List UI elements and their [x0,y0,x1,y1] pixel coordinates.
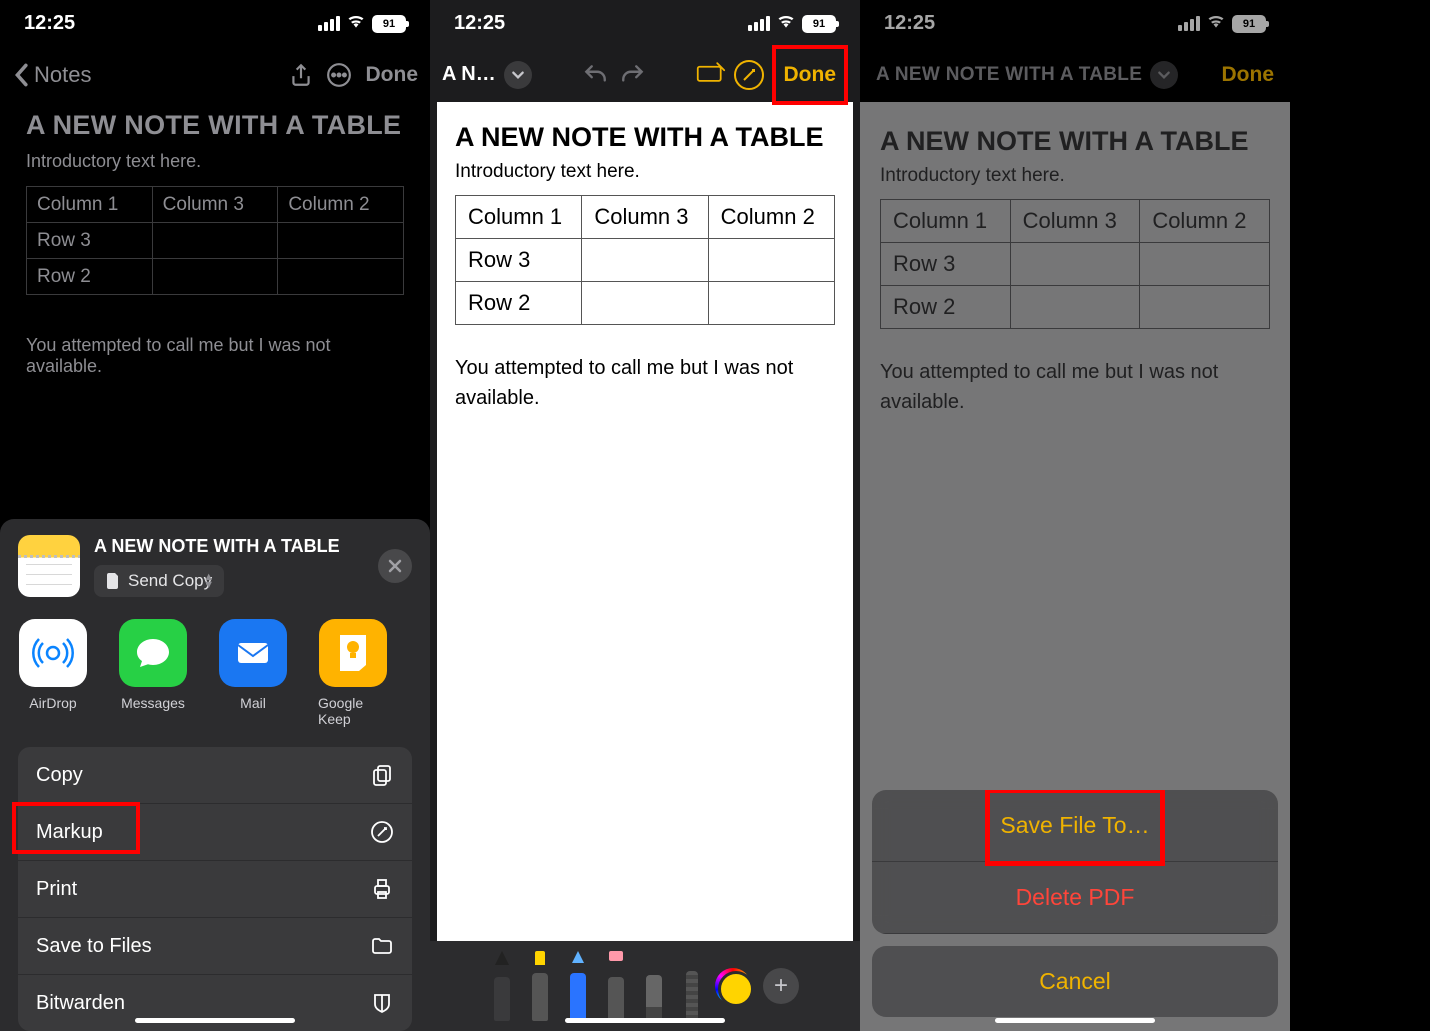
tool-ruler[interactable] [681,951,703,1021]
action-markup[interactable]: Markup [18,804,412,861]
redo-icon[interactable] [618,60,648,90]
page-intro: Introductory text here. [455,161,835,183]
status-time: 12:25 [24,12,75,35]
note-intro: Introductory text here. [26,151,404,172]
app-airdrop[interactable]: AirDrop [18,619,88,727]
wifi-icon [776,11,796,37]
app-mail[interactable]: Mail [218,619,288,727]
action-sheet: Save File To… Delete PDF Cancel [872,790,1278,1017]
signal-icon [748,16,770,31]
wifi-icon [346,11,366,37]
page-title: A NEW NOTE WITH A TABLE [455,122,835,153]
page-paragraph: You attempted to call me but I was not a… [455,353,835,413]
tool-highlighter[interactable] [529,951,551,1021]
status-bar: 12:25 91 [0,0,430,47]
pdf-page[interactable]: A NEW NOTE WITH A TABLE Introductory tex… [437,102,853,941]
share-title: A NEW NOTE WITH A TABLE [94,536,340,557]
action-copy[interactable]: Copy [18,747,412,804]
nav-bar: Notes Done [0,47,430,102]
signal-icon [318,16,340,31]
tool-pen[interactable] [491,951,513,1021]
action-print[interactable]: Print [18,861,412,918]
share-icon[interactable] [282,56,320,94]
action-delete-pdf[interactable]: Delete PDF [872,862,1278,934]
phone-3: 12:25 91 A NEW NOTE WITH A TABLE Done A … [860,0,1290,1031]
chevron-down-icon[interactable] [504,61,532,89]
action-save-to-files[interactable]: Save to Files [18,918,412,975]
phone-2: 12:25 91 A N… Done A NEW NOTE WITH A TAB… [430,0,860,1031]
note-paragraph: You attempted to call me but I was not a… [26,335,404,377]
tool-lasso[interactable] [643,951,665,1021]
action-save-file-to[interactable]: Save File To… [872,790,1278,862]
send-copy-selector[interactable]: Send Copy ▲▼ [94,565,224,597]
share-apps-row[interactable]: AirDrop Messages Mail Google Keep Wh [0,613,430,747]
home-indicator[interactable] [135,1018,295,1023]
note-title: A NEW NOTE WITH A TABLE [26,110,404,141]
status-bar: 12:25 91 [430,0,860,47]
battery-icon: 91 [802,15,836,33]
share-actions-list: Copy Markup Print Save to Files Bitwarde… [18,747,412,1031]
done-button[interactable]: Done [366,63,419,87]
phone-1: 12:25 91 Notes Done A NEW NOTE WITH A TA… [0,0,430,1031]
app-messages[interactable]: Messages [118,619,188,727]
close-icon[interactable] [378,549,412,583]
color-picker[interactable] [715,968,751,1004]
action-cancel[interactable]: Cancel [872,946,1278,1017]
markup-toggle-icon[interactable] [734,60,764,90]
markup-nav: A N… Done [430,47,860,102]
app-whatsapp[interactable]: Wh [418,619,430,727]
autoshape-icon[interactable] [696,61,726,88]
note-app-icon [18,535,80,597]
back-button[interactable]: Notes [12,62,91,88]
back-label: Notes [34,62,91,88]
tool-eraser[interactable] [605,951,627,1021]
tool-pencil[interactable] [567,951,589,1021]
app-google-keep[interactable]: Google Keep [318,619,388,727]
more-icon[interactable] [320,56,358,94]
home-indicator[interactable] [995,1018,1155,1023]
home-indicator[interactable] [565,1018,725,1023]
done-button[interactable]: Done [772,45,849,105]
battery-icon: 91 [372,15,406,33]
page-table: Column 1Column 3Column 2 Row 3 Row 2 [455,195,835,325]
add-button[interactable]: + [763,968,799,1004]
share-sheet: A NEW NOTE WITH A TABLE Send Copy ▲▼ Air… [0,519,430,1031]
undo-icon[interactable] [580,60,610,90]
note-table: Column 1Column 3Column 2 Row 3 Row 2 [26,186,404,295]
file-name[interactable]: A N… [442,63,496,86]
